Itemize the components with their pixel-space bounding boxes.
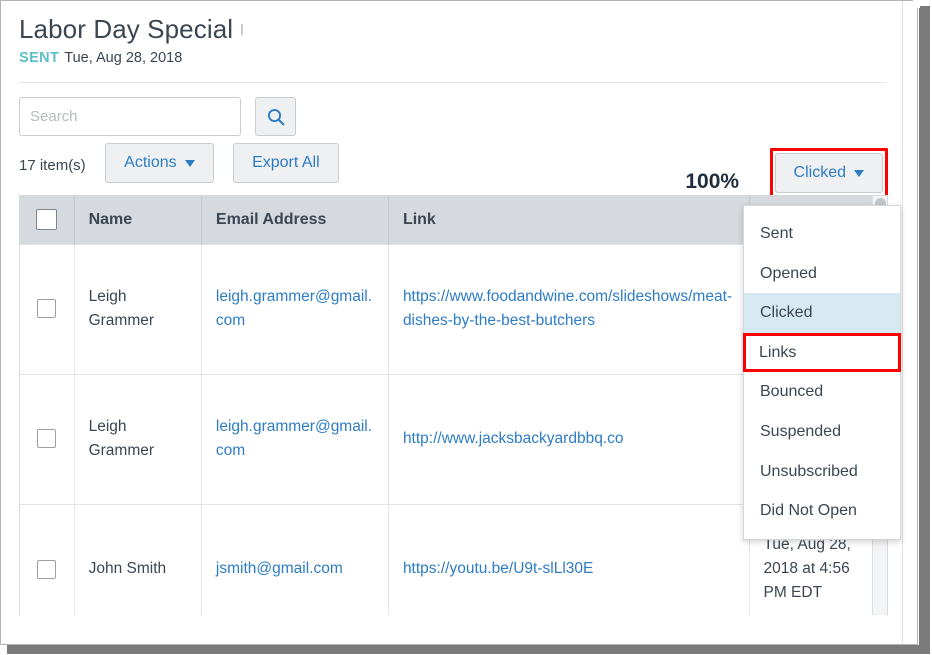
- actions-button-label: Actions: [124, 154, 177, 171]
- export-all-button[interactable]: Export All: [233, 143, 339, 183]
- filter-dropdown-label: Clicked: [793, 164, 846, 181]
- row-email: leigh.grammer@gmail.com: [201, 373, 389, 504]
- text-cursor-artifact: [241, 24, 244, 35]
- filter-dropdown-button[interactable]: Clicked: [774, 153, 883, 193]
- menu-item-links[interactable]: Links: [743, 332, 901, 373]
- column-header-email[interactable]: Email Address: [201, 196, 389, 244]
- window-shadow-corner: [913, 0, 920, 8]
- filter-dropdown-wrapper: Clicked: [769, 148, 888, 198]
- row-select-cell: [20, 373, 75, 504]
- email-link[interactable]: leigh.grammer@gmail.com: [216, 288, 372, 329]
- export-all-label: Export All: [252, 154, 320, 171]
- row-checkbox[interactable]: [37, 429, 57, 449]
- page-content: Labor Day Special SENT Tue, Aug 28, 2018 …: [1, 1, 904, 644]
- select-all-checkbox[interactable]: [36, 209, 58, 231]
- row-email: jsmith@gmail.com: [201, 503, 389, 615]
- page-title-text: Labor Day Special: [19, 14, 234, 44]
- search-input[interactable]: [19, 97, 241, 136]
- target-link[interactable]: https://youtu.be/U9t-slLl30E: [403, 560, 593, 577]
- page-title: Labor Day Special: [1, 1, 904, 45]
- row-name: Leigh Grammer: [74, 373, 202, 504]
- chevron-down-icon: [854, 169, 864, 177]
- filter-highlight-box: Clicked: [769, 148, 888, 198]
- row-link: https://youtu.be/U9t-slLl30E: [388, 503, 750, 615]
- row-select-cell: [20, 243, 75, 374]
- filter-dropdown-menu: Sent Opened Clicked Links Bounced Suspen…: [743, 205, 901, 540]
- item-count: 17 item(s): [19, 156, 86, 174]
- search-row: 100% CLICK AVG. 6% INDUSTRY AVG.: [1, 83, 904, 212]
- row-name: Leigh Grammer: [74, 243, 202, 374]
- menu-item-unsubscribed[interactable]: Unsubscribed: [744, 452, 900, 492]
- menu-item-clicked[interactable]: Clicked: [744, 293, 900, 333]
- email-link[interactable]: leigh.grammer@gmail.com: [216, 418, 372, 459]
- menu-item-suspended[interactable]: Suspended: [744, 412, 900, 452]
- window-shadow-right: [919, 6, 930, 651]
- search-button[interactable]: [255, 97, 297, 136]
- row-link: https://www.foodandwine.com/slideshows/m…: [388, 243, 750, 374]
- email-link[interactable]: jsmith@gmail.com: [216, 560, 343, 577]
- menu-item-sent[interactable]: Sent: [744, 214, 900, 254]
- page-scrollbar[interactable]: [902, 1, 917, 644]
- column-header-name[interactable]: Name: [74, 196, 202, 244]
- send-status-line: SENT Tue, Aug 28, 2018: [1, 45, 904, 66]
- send-date: Tue, Aug 28, 2018: [64, 50, 183, 66]
- menu-item-opened[interactable]: Opened: [744, 254, 900, 294]
- row-name: John Smith: [74, 503, 202, 615]
- column-header-link[interactable]: Link: [388, 196, 750, 244]
- chevron-down-icon: [184, 159, 195, 167]
- menu-item-bounced[interactable]: Bounced: [744, 372, 900, 412]
- row-select-cell: [20, 503, 75, 615]
- search-icon: [267, 108, 285, 125]
- toolbar: 17 item(s) Actions Export All Clicked: [1, 143, 904, 198]
- target-link[interactable]: http://www.jacksbackyardbbq.co: [403, 430, 624, 447]
- status-badge: SENT: [19, 50, 60, 66]
- select-all-header: [20, 196, 75, 244]
- window-shadow-bottom: [7, 645, 930, 654]
- row-checkbox[interactable]: [37, 299, 57, 319]
- target-link[interactable]: https://www.foodandwine.com/slideshows/m…: [403, 288, 732, 329]
- menu-item-did-not-open[interactable]: Did Not Open: [744, 491, 900, 531]
- row-email: leigh.grammer@gmail.com: [201, 243, 389, 374]
- actions-button[interactable]: Actions: [105, 143, 214, 183]
- row-checkbox[interactable]: [37, 559, 57, 579]
- app-window: Labor Day Special SENT Tue, Aug 28, 2018 …: [0, 0, 918, 645]
- row-link: http://www.jacksbackyardbbq.co: [388, 373, 750, 504]
